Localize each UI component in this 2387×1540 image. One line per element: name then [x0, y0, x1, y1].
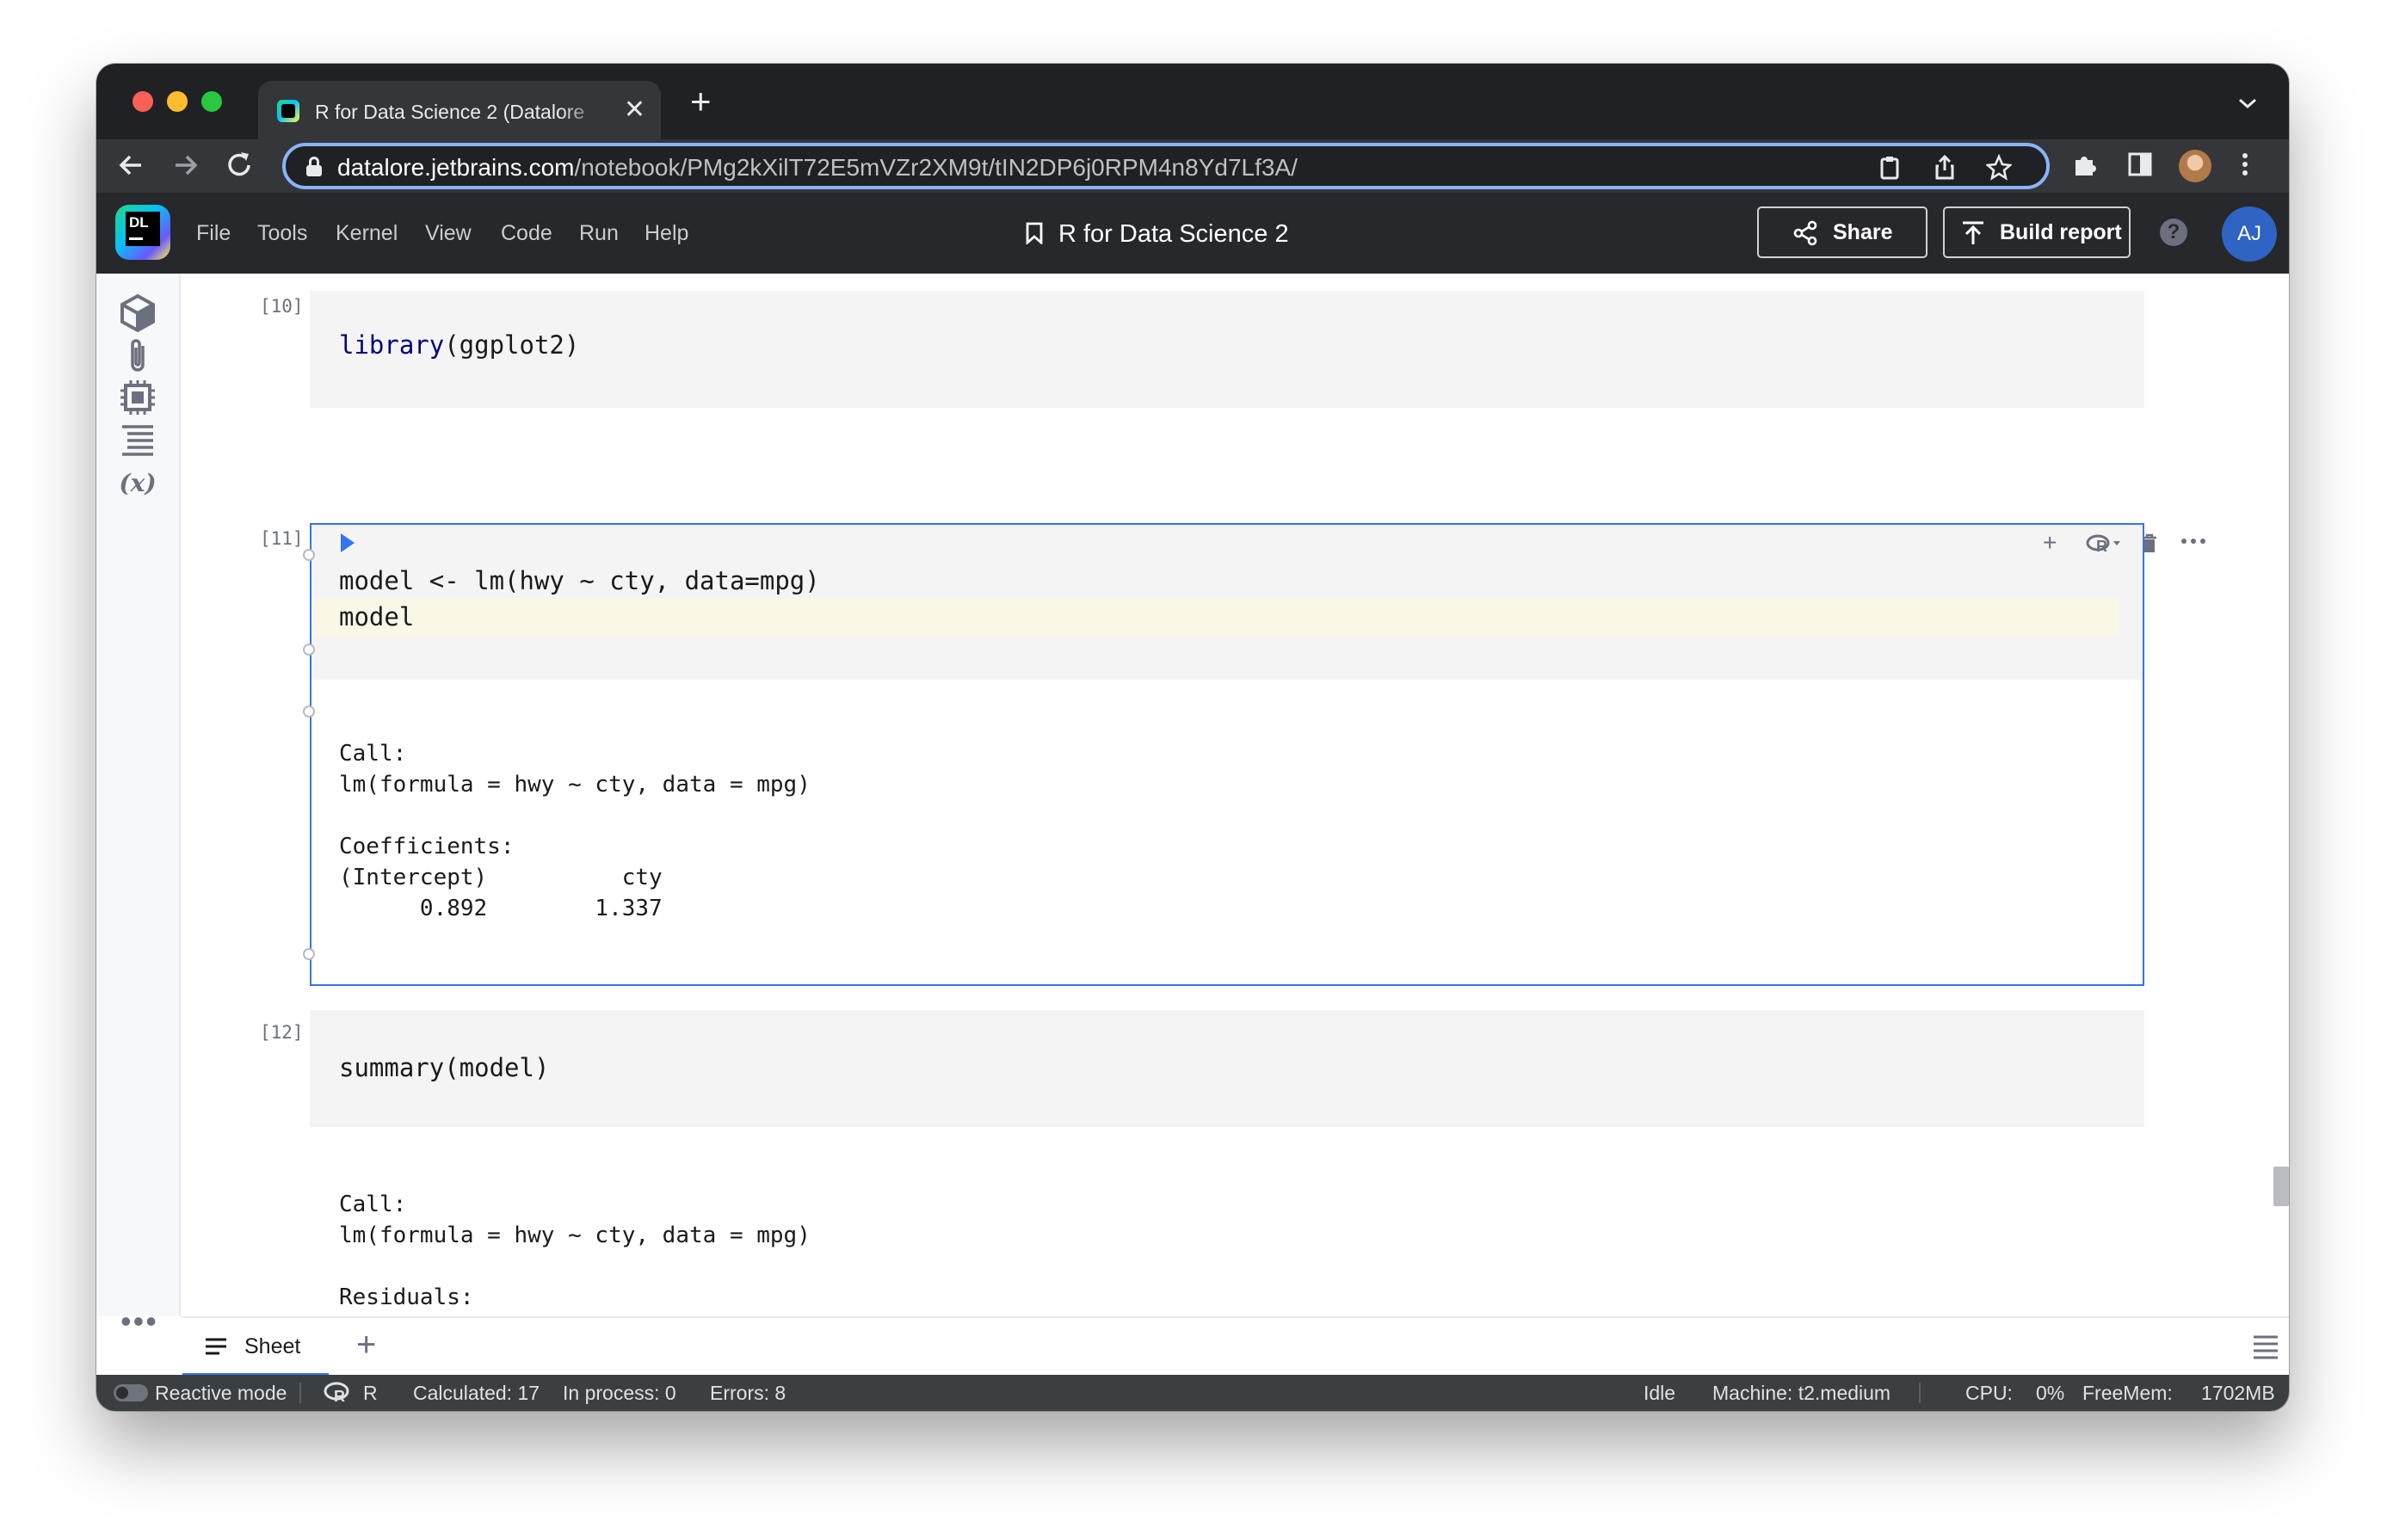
reactive-mode-toggle[interactable]: [114, 1384, 148, 1401]
cell-execution-number: [12]: [260, 1022, 304, 1043]
datalore-logo[interactable]: DL: [115, 205, 170, 260]
app-header: DL File Tools Kernel View Code Run Help …: [96, 193, 2289, 274]
run-cell-icon[interactable]: [341, 533, 355, 552]
reactive-mode-label: Reactive mode: [155, 1382, 287, 1404]
left-toolbar: (x) •••: [96, 274, 181, 1337]
code-line[interactable]: model <- lm(hwy ~ cty, data=mpg): [339, 563, 820, 599]
sheet-tab[interactable]: Sheet: [182, 1318, 329, 1377]
variables-label: (x): [119, 469, 156, 497]
reload-icon[interactable]: [225, 148, 255, 189]
browser-toolbar: datalore.jetbrains.com/notebook/PMg2kXil…: [96, 139, 2289, 193]
tab-title: R for Data Science 2 (Datalore: [315, 101, 585, 123]
menu-tools[interactable]: Tools: [257, 220, 307, 246]
delete-cell-icon[interactable]: [2141, 533, 2158, 554]
minimize-window-button[interactable]: [167, 91, 188, 112]
collapse-code-marker[interactable]: [303, 644, 315, 656]
machine-type[interactable]: Machine: t2.medium: [1712, 1375, 1890, 1411]
svg-text:R: R: [2096, 538, 2107, 555]
url-text: datalore.jetbrains.com/notebook/PMg2kXil…: [337, 154, 1298, 181]
lock-icon[interactable]: [306, 157, 322, 176]
chrome-menu-icon[interactable]: [2241, 151, 2249, 184]
add-sheet-button[interactable]: +: [356, 1325, 376, 1364]
cpu-value: 0%: [2036, 1382, 2065, 1404]
errors-count[interactable]: Errors: 8: [710, 1375, 786, 1411]
calculated-count: Calculated: 17: [413, 1382, 540, 1404]
menu-code[interactable]: Code: [501, 220, 552, 246]
datalore-favicon-icon: [277, 100, 299, 122]
kernel-state: Idle: [1644, 1382, 1676, 1404]
notebook-title-text: R for Data Science 2: [1058, 220, 1289, 248]
share-icon: [1793, 220, 1817, 246]
machine-icon[interactable]: [117, 377, 158, 418]
close-tab-icon[interactable]: ✕: [624, 95, 645, 126]
sheet-tab-label: Sheet: [244, 1334, 301, 1358]
attachments-icon[interactable]: [117, 336, 158, 377]
freemem-label: FreeMem:: [2082, 1382, 2173, 1404]
clipboard-icon[interactable]: [1878, 153, 1902, 189]
code-line[interactable]: model: [339, 599, 414, 635]
collapse-output-marker[interactable]: [303, 705, 315, 718]
cell-execution-number: [10]: [260, 296, 304, 317]
collapse-code-marker[interactable]: [303, 549, 315, 561]
close-window-button[interactable]: [133, 91, 153, 112]
collapse-output-marker[interactable]: [303, 948, 315, 960]
scrollbar-thumb[interactable]: [2273, 1167, 2289, 1206]
browser-tab[interactable]: R for Data Science 2 (Datalore ✕: [258, 81, 661, 139]
cell-more-icon[interactable]: [2180, 537, 2206, 545]
forward-arrow-icon[interactable]: [172, 148, 200, 190]
menu-file[interactable]: File: [196, 220, 231, 246]
help-icon[interactable]: ?: [2160, 219, 2187, 246]
cell-execution-number: [11]: [260, 528, 304, 549]
side-panel-icon[interactable]: [2127, 151, 2153, 184]
tab-search-chevron-icon[interactable]: [2237, 89, 2258, 116]
variables-icon[interactable]: (x): [117, 463, 158, 504]
build-report-button[interactable]: Build report: [1943, 206, 2131, 258]
cell-output: Call: lm(formula = hwy ~ cty, data = mpg…: [339, 1192, 864, 1316]
freemem-value: 1702MB: [2201, 1382, 2275, 1404]
in-process-count: In process: 0: [563, 1382, 676, 1404]
kernel-label[interactable]: R: [363, 1375, 378, 1411]
bookmark-star-icon[interactable]: [1984, 153, 2014, 189]
build-report-label: Build report: [2000, 220, 2122, 244]
back-arrow-icon[interactable]: [117, 148, 145, 190]
share-button[interactable]: Share: [1757, 206, 1927, 258]
new-tab-button[interactable]: +: [690, 83, 712, 120]
address-bar[interactable]: datalore.jetbrains.com/notebook/PMg2kXil…: [282, 143, 2050, 189]
bookmark-icon: [1026, 222, 1043, 244]
share-page-icon[interactable]: [1933, 153, 1957, 189]
menu-view[interactable]: View: [425, 220, 472, 246]
code-text[interactable]: summary(model): [339, 1050, 549, 1086]
cpu-label: CPU:: [1965, 1382, 2013, 1404]
user-avatar[interactable]: AJ: [2222, 206, 2277, 262]
more-tools-icon[interactable]: •••: [120, 1306, 158, 1337]
add-cell-icon[interactable]: +: [2043, 530, 2057, 556]
browser-window: R for Data Science 2 (Datalore ✕ + datal…: [96, 64, 2289, 1411]
browser-titlebar: R for Data Science 2 (Datalore ✕ +: [96, 64, 2289, 139]
r-kernel-icon: R: [324, 1382, 349, 1404]
zoom-window-button[interactable]: [201, 91, 222, 112]
logo-text: DL: [129, 214, 149, 231]
profile-avatar[interactable]: [2179, 150, 2211, 182]
cell-language-r-icon[interactable]: R: [2086, 532, 2124, 556]
menu-kernel[interactable]: Kernel: [336, 220, 398, 246]
code-text[interactable]: library(ggplot2): [339, 327, 579, 363]
upload-icon: [1963, 221, 1983, 244]
menu-run[interactable]: Run: [579, 220, 619, 246]
environment-icon[interactable]: [117, 293, 158, 334]
outline-icon[interactable]: [117, 420, 158, 461]
notebook-sheet: [10] library(ggplot2) [11] + R model <- …: [181, 274, 2289, 1316]
menu-help[interactable]: Help: [645, 220, 688, 246]
sheet-list-icon[interactable]: [2253, 1335, 2279, 1359]
cell-output: Call: lm(formula = hwy ~ cty, data = mpg…: [339, 741, 811, 921]
sheet-lines-icon: [206, 1338, 226, 1355]
svg-text:R: R: [334, 1388, 345, 1404]
sheet-tab-bar: Sheet +: [181, 1316, 2289, 1377]
status-bar: Reactive mode R R Calculated: 17 In proc…: [96, 1375, 2289, 1411]
extensions-puzzle-icon[interactable]: [2072, 151, 2098, 184]
notebook-title[interactable]: R for Data Science 2: [1026, 217, 1289, 251]
code-cell-12[interactable]: summary(model): [310, 1010, 2144, 1127]
share-label: Share: [1833, 220, 1893, 244]
code-cell-10[interactable]: library(ggplot2): [310, 291, 2144, 408]
